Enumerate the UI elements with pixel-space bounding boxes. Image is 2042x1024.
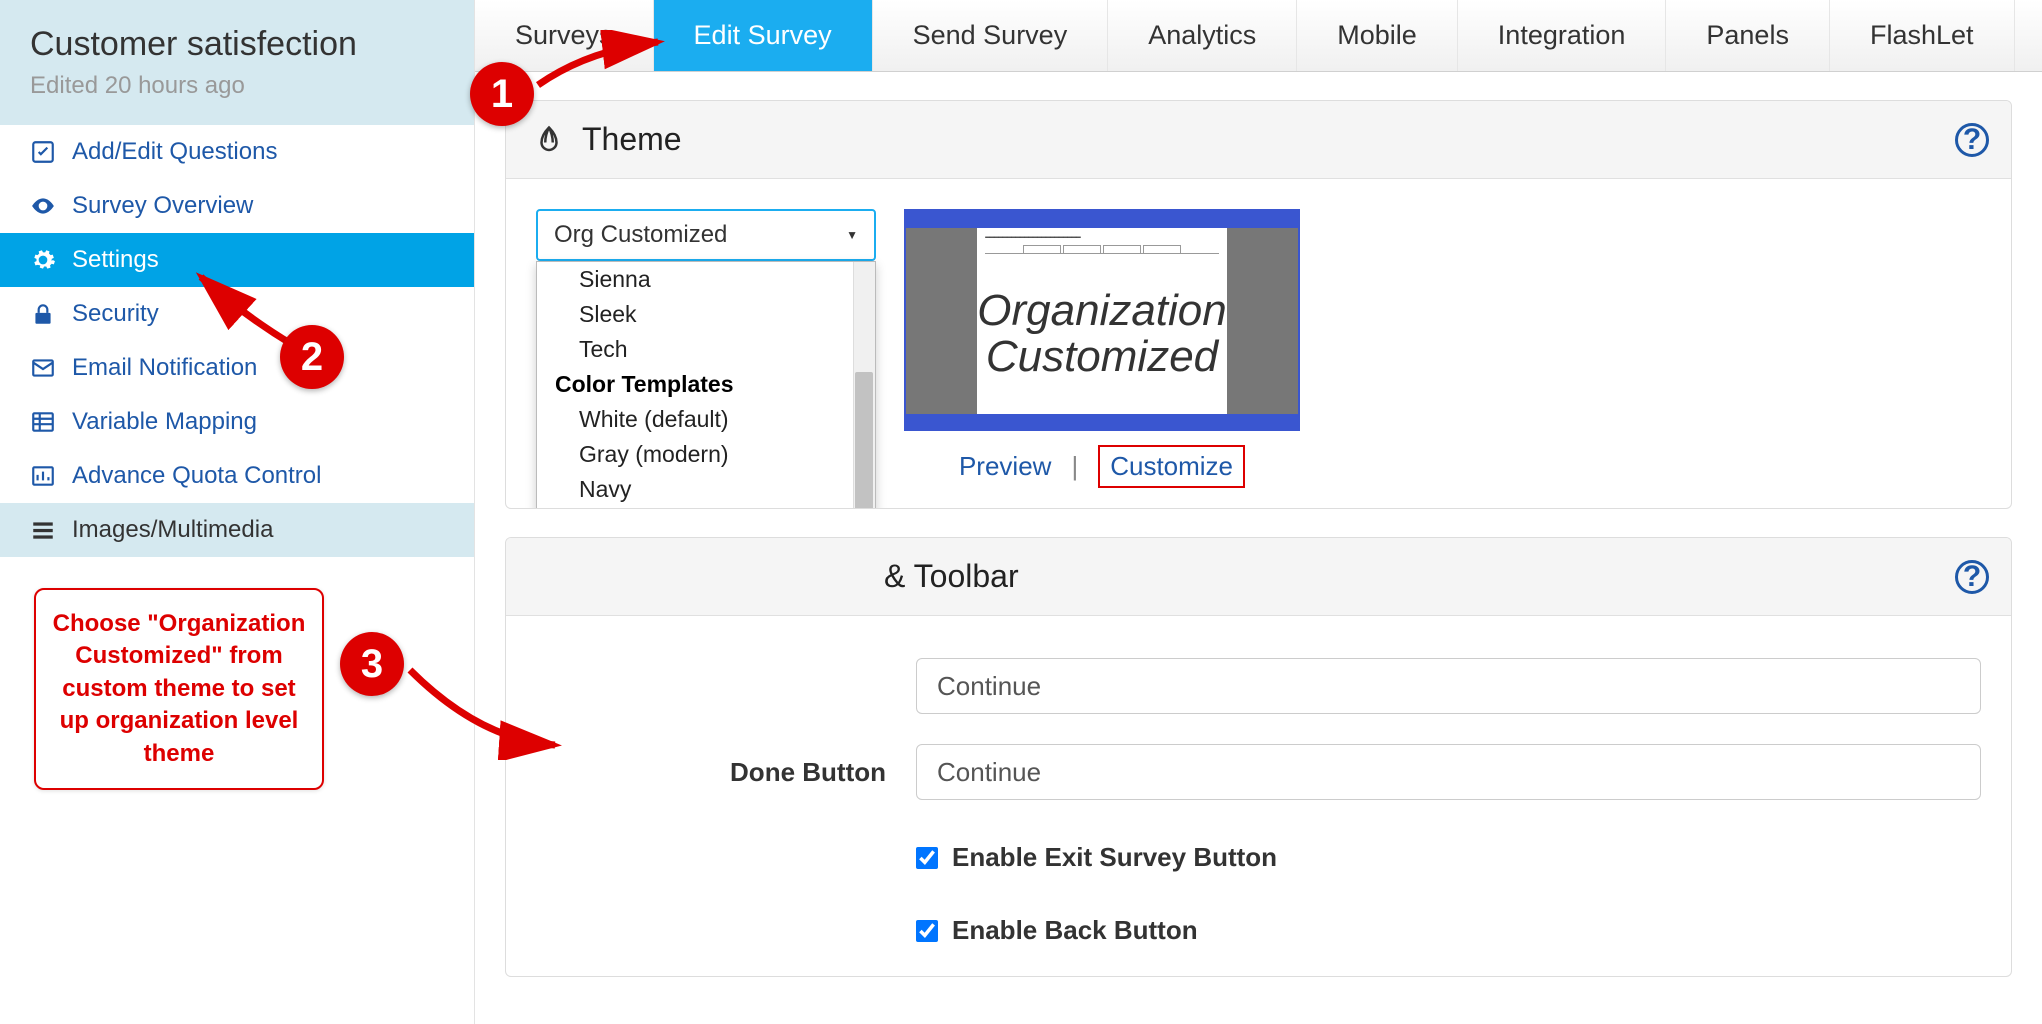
dd-option[interactable]: Red xyxy=(537,507,875,509)
sidebar-item-add-edit-questions[interactable]: Add/Edit Questions xyxy=(0,125,474,179)
sidebar-item-label: Settings xyxy=(72,246,159,274)
hamburger-icon xyxy=(30,517,56,543)
tab-label: Integration xyxy=(1498,20,1626,50)
scrollbar-thumb[interactable] xyxy=(855,372,873,509)
preview-links: Preview | Customize xyxy=(904,445,1300,488)
toolbar-panel: & Toolbar ? Done Button Enable Exit Surv… xyxy=(505,537,2012,977)
panel-title: & Toolbar xyxy=(884,558,1019,595)
sidebar-item-label: Advance Quota Control xyxy=(72,462,321,490)
tab-analytics[interactable]: Analytics xyxy=(1108,0,1297,71)
annotation-badge-3: 3 xyxy=(340,632,404,696)
sidebar-item-email-notification[interactable]: Email Notification xyxy=(0,341,474,395)
tab-label: FlashLet xyxy=(1870,20,1974,50)
gear-icon xyxy=(30,247,56,273)
theme-preview: ━━━━━━━━━━━━━━━━━━━━━━ Organization Cust… xyxy=(904,209,1300,431)
enable-exit-checkbox[interactable] xyxy=(916,847,938,869)
survey-title: Customer satisfection xyxy=(30,25,444,64)
done-button-input[interactable] xyxy=(916,744,1981,800)
form-row xyxy=(536,658,1981,714)
done-button-label: Done Button xyxy=(536,757,916,788)
panel-title: Theme xyxy=(582,121,682,158)
dropdown-scroll: Sienna Sleek Tech Color Templates White … xyxy=(537,262,875,509)
preview-column: ━━━━━━━━━━━━━━━━━━━━━━ Organization Cust… xyxy=(904,209,1300,488)
tab-panels[interactable]: Panels xyxy=(1666,0,1830,71)
scrollbar-track[interactable] xyxy=(853,262,875,509)
continue-button-input[interactable] xyxy=(916,658,1981,714)
lock-icon xyxy=(30,301,56,327)
tab-integration[interactable]: Integration xyxy=(1458,0,1667,71)
panel-head: Theme ? xyxy=(506,101,2011,179)
toolbar-body: Done Button Enable Exit Survey Button En… xyxy=(506,616,2011,976)
main: Surveys Edit Survey Send Survey Analytic… xyxy=(475,0,2042,1024)
sidebar-item-advance-quota-control[interactable]: Advance Quota Control xyxy=(0,449,474,503)
select-value: Org Customized xyxy=(554,221,727,249)
sidebar-item-label: Survey Overview xyxy=(72,192,253,220)
sidebar-item-label: Add/Edit Questions xyxy=(72,138,277,166)
enable-back-checkbox[interactable] xyxy=(916,920,938,942)
help-icon[interactable]: ? xyxy=(1955,123,1989,157)
eye-icon xyxy=(30,193,56,219)
annotation-text-box: Choose "Organization Customized" from cu… xyxy=(34,588,324,790)
sidebar-item-settings[interactable]: Settings xyxy=(0,233,474,287)
preview-link[interactable]: Preview xyxy=(959,451,1051,482)
tab-label: Edit Survey xyxy=(694,20,832,50)
tab-surveys[interactable]: Surveys xyxy=(475,0,654,71)
bars-icon xyxy=(30,463,56,489)
dd-option[interactable]: Sienna xyxy=(537,262,875,297)
tab-label: Analytics xyxy=(1148,20,1256,50)
dd-option[interactable]: Tech xyxy=(537,332,875,367)
theme-body: Org Customized ▼ Sienna Sleek Tech Color… xyxy=(506,179,2011,508)
enable-back-label: Enable Back Button xyxy=(952,915,1198,946)
chevron-down-icon: ▼ xyxy=(846,228,858,242)
leaf-icon xyxy=(534,125,564,155)
separator: | xyxy=(1071,451,1078,482)
theme-panel: Theme ? Org Customized ▼ Sienna Sleek xyxy=(505,100,2012,509)
theme-select[interactable]: Org Customized ▼ xyxy=(536,209,876,261)
theme-select-wrap: Org Customized ▼ Sienna Sleek Tech Color… xyxy=(536,209,876,261)
sidebar-item-survey-overview[interactable]: Survey Overview xyxy=(0,179,474,233)
sidebar-item-label: Images/Multimedia xyxy=(72,516,273,544)
customize-link[interactable]: Customize xyxy=(1098,445,1245,488)
sidebar-item-label: Security xyxy=(72,300,159,328)
sidebar-section-images-multimedia[interactable]: Images/Multimedia xyxy=(0,503,474,557)
dd-group-color: Color Templates xyxy=(537,367,875,402)
sidebar-item-label: Variable Mapping xyxy=(72,408,257,436)
enable-exit-label: Enable Exit Survey Button xyxy=(952,842,1277,873)
tab-bar: Surveys Edit Survey Send Survey Analytic… xyxy=(475,0,2042,72)
panel-head: & Toolbar ? xyxy=(506,538,2011,616)
content: Theme ? Org Customized ▼ Sienna Sleek xyxy=(475,72,2042,977)
dd-option[interactable]: White (default) xyxy=(537,402,875,437)
sidebar-item-label: Email Notification xyxy=(72,354,257,382)
sidebar-header: Customer satisfection Edited 20 hours ag… xyxy=(0,0,474,125)
edited-timestamp: Edited 20 hours ago xyxy=(30,72,444,100)
dd-option[interactable]: Gray (modern) xyxy=(537,437,875,472)
sidebar-item-variable-mapping[interactable]: Variable Mapping xyxy=(0,395,474,449)
tab-flashlet[interactable]: FlashLet xyxy=(1830,0,2015,71)
dd-option[interactable]: Navy xyxy=(537,472,875,507)
tab-edit-survey[interactable]: Edit Survey xyxy=(654,0,873,71)
tab-label: Mobile xyxy=(1337,20,1417,50)
sidebar-item-security[interactable]: Security xyxy=(0,287,474,341)
mail-icon xyxy=(30,355,56,381)
form-row-done: Done Button xyxy=(536,744,1981,800)
dd-option[interactable]: Sleek xyxy=(537,297,875,332)
annotation-badge-2: 2 xyxy=(280,325,344,389)
tab-label: Panels xyxy=(1706,20,1789,50)
help-icon[interactable]: ? xyxy=(1955,560,1989,594)
tab-mobile[interactable]: Mobile xyxy=(1297,0,1458,71)
enable-back-row: Enable Back Button xyxy=(536,915,1981,946)
sidebar: Customer satisfection Edited 20 hours ag… xyxy=(0,0,475,1024)
tab-send-survey[interactable]: Send Survey xyxy=(873,0,1109,71)
preview-text-l2: Customized xyxy=(986,334,1218,380)
preview-text-l1: Organization xyxy=(977,288,1226,334)
annotation-badge-1: 1 xyxy=(470,62,534,126)
tab-label: Surveys xyxy=(515,20,613,50)
list-icon xyxy=(30,409,56,435)
edit-icon xyxy=(30,139,56,165)
theme-dropdown: Sienna Sleek Tech Color Templates White … xyxy=(536,261,876,509)
tab-label: Send Survey xyxy=(913,20,1068,50)
enable-exit-row: Enable Exit Survey Button xyxy=(536,842,1981,873)
